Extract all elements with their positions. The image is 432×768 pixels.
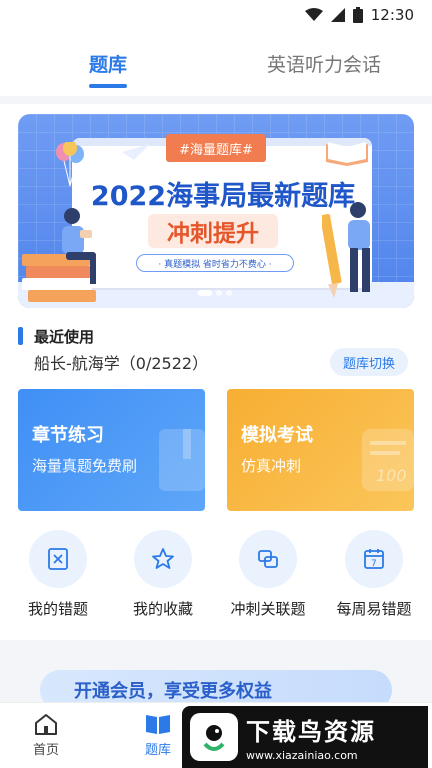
tab-question-bank-label: 题库 <box>88 53 127 76</box>
card-title: 模拟考试 <box>241 425 313 446</box>
linked-icon <box>239 530 297 588</box>
tab-english-listening[interactable]: 英语听力会话 <box>216 30 432 96</box>
battery-icon <box>352 7 363 23</box>
banner-pagination <box>198 290 232 296</box>
chapter-practice-card[interactable]: 章节练习 海量真题免费刷 <box>18 389 205 511</box>
star-icon <box>134 530 192 588</box>
card-subtitle: 仿真冲刺 <box>241 457 302 475</box>
tool-label: 我的收藏 <box>132 600 193 618</box>
exam-paper-icon: 100 <box>358 425 414 499</box>
card-subtitle: 海量真题免费刷 <box>32 457 138 475</box>
banner-small-text: · 真题模拟 省时省力不费心 · <box>136 254 294 272</box>
tab-active-indicator <box>89 84 127 88</box>
banner-subtitle: 冲刺提升 <box>148 214 278 248</box>
book-icon <box>153 425 205 499</box>
watermark-url: www.xiazainiao.com <box>246 749 358 762</box>
paper-plane-icon <box>122 144 150 160</box>
watermark-title: 下载鸟资源 <box>246 718 376 746</box>
open-book-icon <box>326 142 368 166</box>
tool-linked-questions[interactable]: 冲刺关联题 <box>214 530 322 619</box>
tool-label: 每周易错题 <box>336 600 412 618</box>
nav-home[interactable]: 首页 <box>16 713 76 758</box>
tab-question-bank[interactable]: 题库 <box>0 30 216 96</box>
tool-label: 我的错题 <box>27 600 88 618</box>
recent-course[interactable]: 船长-航海学（0/2522） <box>34 350 208 374</box>
tab-english-listening-label: 英语听力会话 <box>266 53 381 76</box>
reader-person-icon <box>62 208 96 284</box>
mock-exam-card[interactable]: 100 模拟考试 仿真冲刺 <box>227 389 414 511</box>
svg-text:7: 7 <box>371 559 377 569</box>
tool-wrong-questions[interactable]: 我的错题 <box>4 530 112 619</box>
divider <box>0 96 432 104</box>
nav-question-bank[interactable]: 题库 <box>128 713 188 758</box>
book-icon <box>146 715 170 734</box>
site-watermark: 下载鸟资源 www.xiazainiao.com <box>182 706 428 768</box>
pencil-person-icon <box>322 202 370 298</box>
calendar-icon: 7 <box>345 530 403 588</box>
watermark-logo-icon <box>190 713 238 761</box>
home-icon <box>35 714 57 735</box>
banner-dot[interactable] <box>198 290 212 296</box>
svg-text:100: 100 <box>376 466 407 485</box>
nav-question-bank-label: 题库 <box>144 743 171 758</box>
wrong-questions-icon <box>29 530 87 588</box>
banner-dot[interactable] <box>226 290 232 296</box>
tool-favorites[interactable]: 我的收藏 <box>109 530 217 619</box>
promo-banner[interactable]: #海量题库# 2022海事局最新题库 冲刺提升 · 真题模拟 省时省力不费心 · <box>18 114 414 308</box>
banner-tag: #海量题库# <box>166 134 266 162</box>
tool-label: 冲刺关联题 <box>230 600 306 618</box>
nav-home-label: 首页 <box>32 743 59 758</box>
tool-weekly-mistakes[interactable]: 7 每周易错题 <box>320 530 428 619</box>
recent-title: 最近使用 <box>34 328 95 346</box>
banner-title: 2022海事局最新题库 <box>90 181 356 212</box>
section-marker <box>18 327 23 345</box>
signal-icon <box>330 8 345 22</box>
banner-dot[interactable] <box>216 290 222 296</box>
switch-bank-button[interactable]: 题库切换 <box>330 348 408 376</box>
top-tabs: 题库 英语听力会话 <box>0 30 432 96</box>
wifi-icon <box>304 8 323 21</box>
status-bar: 12:30 <box>0 0 432 30</box>
card-title: 章节练习 <box>32 425 104 446</box>
status-time: 12:30 <box>370 6 414 24</box>
